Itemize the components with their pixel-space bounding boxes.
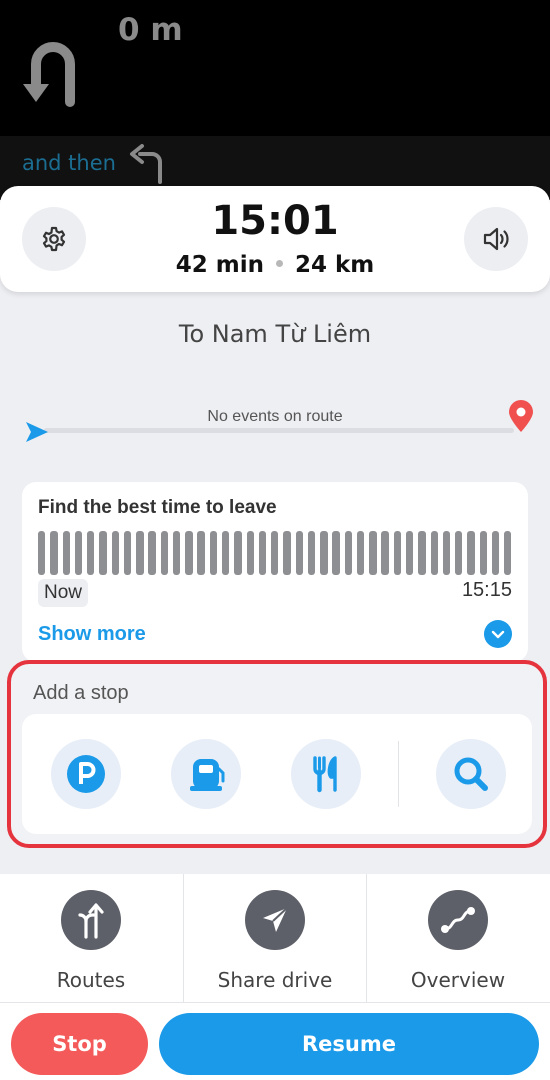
- time-bar[interactable]: [307, 531, 316, 575]
- time-bar[interactable]: [356, 531, 365, 575]
- restaurant-icon: [313, 756, 337, 793]
- time-bar[interactable]: [123, 531, 132, 575]
- time-bar[interactable]: [332, 531, 340, 575]
- time-bar[interactable]: [455, 531, 463, 575]
- search-icon: [454, 757, 488, 791]
- chevron-down-icon: [491, 630, 505, 639]
- overview-icon: [428, 890, 488, 950]
- gas-station-icon: [190, 759, 225, 791]
- eta-card: 15:01 42 min 24 km: [0, 186, 550, 292]
- add-stop-panel: Add a stop: [7, 660, 547, 848]
- time-bar[interactable]: [504, 531, 512, 575]
- routes-button[interactable]: Routes: [0, 874, 182, 1002]
- overview-button[interactable]: Overview: [367, 874, 549, 1002]
- time-bar[interactable]: [381, 531, 389, 575]
- trip-summary: 42 min 24 km: [0, 252, 550, 278]
- expand-button[interactable]: [484, 620, 512, 648]
- add-stop-title: Add a stop: [33, 682, 129, 704]
- time-bar[interactable]: [111, 531, 119, 575]
- best-time-card[interactable]: Find the best time to leave Now 15:15 Sh…: [22, 482, 528, 662]
- time-bar[interactable]: [258, 531, 267, 575]
- search-stop-button[interactable]: [436, 739, 506, 809]
- time-bar[interactable]: [87, 531, 95, 575]
- parking-stop-button[interactable]: [51, 739, 121, 809]
- share-drive-button[interactable]: Share drive: [184, 874, 366, 1002]
- overview-label: Overview: [410, 968, 506, 992]
- time-bar[interactable]: [418, 531, 426, 575]
- time-bar[interactable]: [148, 531, 156, 575]
- trip-duration: 42 min: [175, 252, 264, 278]
- time-bar[interactable]: [393, 531, 402, 575]
- time-bar[interactable]: [209, 531, 218, 575]
- time-bar[interactable]: [221, 531, 230, 575]
- routes-label: Routes: [56, 968, 126, 992]
- u-turn-icon: [23, 42, 75, 107]
- time-bar[interactable]: [344, 531, 353, 575]
- time-bar[interactable]: [99, 531, 107, 575]
- separator-dot: [275, 260, 283, 267]
- time-bar[interactable]: [405, 531, 414, 575]
- departure-time-bars[interactable]: [38, 531, 512, 575]
- share-drive-label: Share drive: [217, 968, 333, 992]
- time-bar[interactable]: [430, 531, 438, 575]
- time-bar[interactable]: [295, 531, 303, 575]
- resume-button[interactable]: Resume: [159, 1013, 539, 1075]
- time-bar[interactable]: [491, 531, 500, 575]
- nav-instruction-banner: 0 m: [0, 0, 550, 136]
- gas-stop-button[interactable]: [171, 739, 241, 809]
- end-time-label: 15:15: [461, 579, 512, 601]
- sound-button[interactable]: [464, 207, 528, 271]
- time-bar[interactable]: [271, 531, 279, 575]
- turn-left-icon: [130, 144, 162, 184]
- stop-button[interactable]: Stop: [11, 1013, 148, 1075]
- share-icon: [245, 890, 305, 950]
- destination-label: To Nam Từ Liêm: [178, 320, 372, 348]
- time-bar[interactable]: [442, 531, 451, 575]
- time-bar[interactable]: [62, 531, 70, 575]
- time-bar[interactable]: [197, 531, 205, 575]
- show-more-link[interactable]: Show more: [38, 623, 146, 646]
- food-stop-button[interactable]: [291, 739, 361, 809]
- time-bar[interactable]: [172, 531, 181, 575]
- route-events-text: No events on route: [207, 408, 343, 425]
- time-bar[interactable]: [246, 531, 254, 575]
- time-bar[interactable]: [467, 531, 475, 575]
- time-bar[interactable]: [50, 531, 58, 575]
- time-bar[interactable]: [185, 531, 193, 575]
- time-bar[interactable]: [160, 531, 169, 575]
- speaker-icon: [483, 227, 509, 251]
- time-bar[interactable]: [283, 531, 291, 575]
- bottom-divider: [0, 1002, 550, 1003]
- time-bar[interactable]: [136, 531, 144, 575]
- time-bar[interactable]: [320, 531, 328, 575]
- add-stop-options: [22, 714, 532, 834]
- time-bar[interactable]: [234, 531, 242, 575]
- best-time-title: Find the best time to leave: [38, 497, 277, 518]
- then-label: and then: [22, 151, 116, 175]
- time-bar[interactable]: [479, 531, 487, 575]
- routes-icon: [61, 890, 121, 950]
- parking-icon: [67, 755, 105, 793]
- trip-distance: 24 km: [294, 252, 375, 278]
- time-bar[interactable]: [369, 531, 377, 575]
- now-label: Now: [38, 579, 89, 607]
- time-bar[interactable]: [74, 531, 83, 575]
- stop-options-divider: [398, 741, 399, 807]
- route-progress-track: [44, 428, 514, 433]
- bottom-action-bar: Routes Share drive Overview Stop Resume: [0, 874, 550, 1080]
- maneuver-distance: 0 m: [118, 12, 183, 48]
- current-position-icon: [26, 422, 48, 442]
- destination-pin-icon: [509, 400, 533, 432]
- time-bar[interactable]: [38, 531, 46, 575]
